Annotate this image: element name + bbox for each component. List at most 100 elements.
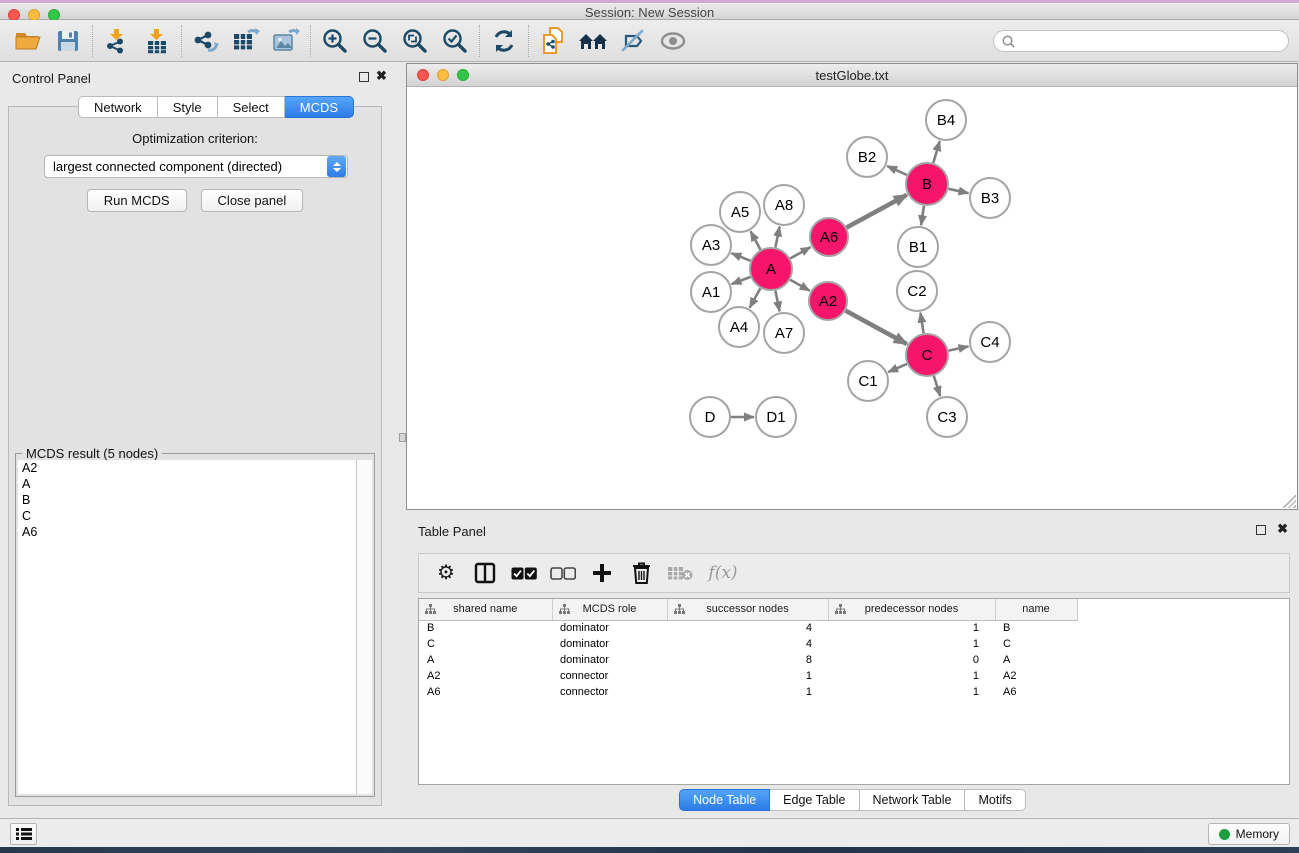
memory-button[interactable]: Memory xyxy=(1208,823,1290,845)
node-table[interactable]: shared nameMCDS rolesuccessor nodesprede… xyxy=(419,599,1078,700)
tab-edge-table[interactable]: Edge Table xyxy=(770,789,859,811)
network-window-titlebar[interactable]: testGlobe.txt xyxy=(407,64,1297,87)
table-cell[interactable]: 1 xyxy=(667,668,828,684)
table-cell[interactable]: B xyxy=(419,620,552,636)
edge-B-B1[interactable] xyxy=(921,206,924,225)
mcds-result-item[interactable]: A6 xyxy=(18,524,356,540)
edge-B-B3[interactable] xyxy=(949,189,969,193)
zoom-out-button[interactable] xyxy=(355,23,395,59)
table-cell[interactable]: dominator xyxy=(552,652,667,668)
column-header-shared-name[interactable]: shared name xyxy=(419,599,552,620)
network-canvas[interactable]: AA1A2A3A4A5A6A7A8BB1B2B3B4CC1C2C3C4DD1 xyxy=(407,88,1297,509)
table-cell[interactable]: C xyxy=(995,636,1077,652)
table-cell[interactable]: A6 xyxy=(419,684,552,700)
delete-column-button[interactable] xyxy=(628,560,654,586)
table-cell[interactable]: A xyxy=(419,652,552,668)
close-panel-button[interactable]: Close panel xyxy=(201,189,304,212)
refresh-view-button[interactable] xyxy=(484,23,524,59)
task-history-button[interactable] xyxy=(10,823,37,845)
select-all-rows-button[interactable] xyxy=(511,560,537,586)
edge-B-B4[interactable] xyxy=(933,141,939,163)
edge-A-A3[interactable] xyxy=(731,253,750,261)
edge-A6-B[interactable] xyxy=(847,195,907,228)
edge-A-A5[interactable] xyxy=(751,231,761,249)
run-mcds-button[interactable]: Run MCDS xyxy=(87,189,187,212)
table-cell[interactable]: 1 xyxy=(828,668,995,684)
mcds-result-item[interactable]: A2 xyxy=(18,460,356,476)
table-cell[interactable]: 1 xyxy=(828,620,995,636)
tab-style[interactable]: Style xyxy=(158,96,218,118)
tab-motifs[interactable]: Motifs xyxy=(965,789,1025,811)
mcds-result-item[interactable]: C xyxy=(18,508,356,524)
column-visibility-button[interactable] xyxy=(472,560,498,586)
column-header-successor-nodes[interactable]: successor nodes xyxy=(667,599,828,620)
edge-A-A4[interactable] xyxy=(750,288,761,307)
show-hide-graphics-button[interactable] xyxy=(653,23,693,59)
table-cell[interactable]: 1 xyxy=(828,636,995,652)
apply-function-button[interactable]: f(x) xyxy=(706,560,740,586)
splitter-handle[interactable] xyxy=(399,433,406,442)
table-cell[interactable]: B xyxy=(995,620,1077,636)
tab-select[interactable]: Select xyxy=(218,96,285,118)
edge-A-A6[interactable] xyxy=(790,247,810,258)
table-cell[interactable]: connector xyxy=(552,684,667,700)
tab-node-table[interactable]: Node Table xyxy=(679,789,770,811)
edge-A-A1[interactable] xyxy=(732,277,751,284)
edge-A-A8[interactable] xyxy=(775,227,779,248)
tab-mcds[interactable]: MCDS xyxy=(285,96,354,118)
criterion-select[interactable]: largest connected component (directed) xyxy=(44,155,348,178)
zoom-fit-button[interactable] xyxy=(395,23,435,59)
search-field[interactable] xyxy=(993,30,1289,52)
duplicate-network-button[interactable] xyxy=(533,23,573,59)
table-cell[interactable]: dominator xyxy=(552,620,667,636)
close-panel-icon[interactable]: ✖ xyxy=(376,68,387,84)
table-row[interactable]: Adominator80A xyxy=(419,652,1077,668)
table-cell[interactable]: A2 xyxy=(419,668,552,684)
export-network-button[interactable] xyxy=(186,23,226,59)
hide-labels-button[interactable] xyxy=(613,23,653,59)
table-cell[interactable]: 0 xyxy=(828,652,995,668)
zoom-selected-button[interactable] xyxy=(435,23,475,59)
window-resize-grip[interactable] xyxy=(1283,495,1296,508)
table-cell[interactable]: 4 xyxy=(667,636,828,652)
table-row[interactable]: A2connector11A2 xyxy=(419,668,1077,684)
table-cell[interactable]: 1 xyxy=(828,684,995,700)
edge-A2-C[interactable] xyxy=(846,311,907,344)
export-table-button[interactable] xyxy=(226,23,266,59)
table-cell[interactable]: 4 xyxy=(667,620,828,636)
table-row[interactable]: Cdominator41C xyxy=(419,636,1077,652)
table-settings-button[interactable]: ⚙ xyxy=(433,560,459,586)
edge-A-A7[interactable] xyxy=(775,291,779,312)
edge-A-A2[interactable] xyxy=(790,280,810,291)
import-table-button[interactable] xyxy=(137,23,177,59)
add-column-button[interactable] xyxy=(589,560,615,586)
table-cell[interactable]: A xyxy=(995,652,1077,668)
edge-C-C3[interactable] xyxy=(934,376,940,396)
table-cell[interactable]: 1 xyxy=(667,684,828,700)
table-cell[interactable]: A6 xyxy=(995,684,1077,700)
close-table-panel-icon[interactable]: ✖ xyxy=(1277,521,1288,537)
import-network-button[interactable] xyxy=(97,23,137,59)
edge-C-C2[interactable] xyxy=(920,313,923,334)
float-table-panel-icon[interactable] xyxy=(1256,525,1266,535)
zoom-in-button[interactable] xyxy=(315,23,355,59)
table-cell[interactable]: dominator xyxy=(552,636,667,652)
edge-C-C4[interactable] xyxy=(949,346,969,350)
mcds-result-item[interactable]: B xyxy=(18,492,356,508)
delete-table-button[interactable] xyxy=(667,560,693,586)
edge-B-B2[interactable] xyxy=(887,166,907,175)
save-session-button[interactable] xyxy=(48,23,88,59)
table-row[interactable]: Bdominator41B xyxy=(419,620,1077,636)
column-header-predecessor-nodes[interactable]: predecessor nodes xyxy=(828,599,995,620)
column-header-name[interactable]: name xyxy=(995,599,1077,620)
open-session-button[interactable] xyxy=(8,23,48,59)
search-input[interactable] xyxy=(1020,34,1280,48)
tab-network[interactable]: Network xyxy=(78,96,158,118)
table-cell[interactable]: A2 xyxy=(995,668,1077,684)
export-image-button[interactable] xyxy=(266,23,306,59)
mcds-result-item[interactable]: A xyxy=(18,476,356,492)
edge-C-C1[interactable] xyxy=(888,364,907,372)
table-row[interactable]: A6connector11A6 xyxy=(419,684,1077,700)
deselect-all-rows-button[interactable] xyxy=(550,560,576,586)
float-panel-icon[interactable] xyxy=(359,72,369,82)
